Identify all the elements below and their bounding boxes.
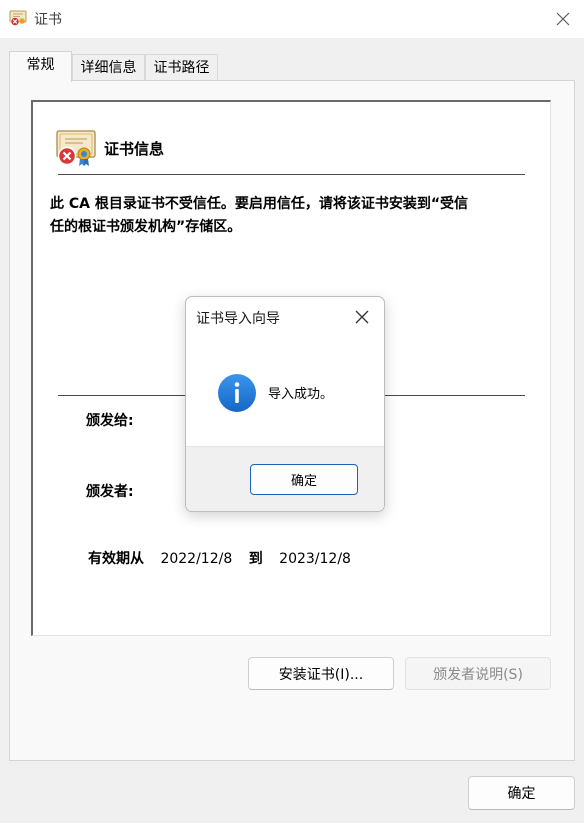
- dialog-message: 导入成功。: [268, 387, 334, 402]
- valid-to-date: 2023/12/8: [279, 551, 351, 567]
- trust-warning-text: 此 CA 根目录证书不受信任。要启用信任，请将该证书安装到“受信 任的根证书颁发…: [50, 196, 469, 235]
- ok-button[interactable]: 确定: [468, 776, 575, 810]
- tab-details[interactable]: 详细信息: [72, 54, 145, 80]
- validity-row: 有效期从 2022/12/8 到 2023/12/8: [88, 548, 363, 568]
- valid-from-date: 2022/12/8: [160, 551, 233, 567]
- import-success-dialog: 证书导入向导 导入成功。 确定: [185, 296, 385, 512]
- close-icon: [556, 12, 570, 26]
- section-title: 证书信息: [104, 140, 165, 158]
- close-icon: [355, 310, 369, 324]
- validity-to-label: 到: [248, 551, 263, 567]
- validity-label: 有效期从: [88, 551, 144, 567]
- issued-by-label: 颁发者:: [86, 484, 134, 500]
- issuer-statement-button: 颁发者说明(S): [405, 657, 551, 690]
- divider-top: [58, 174, 525, 175]
- window-title: 证书: [34, 12, 62, 28]
- certificate-error-icon: [9, 10, 27, 27]
- dialog-ok-button[interactable]: 确定: [250, 464, 358, 495]
- tab-general[interactable]: 常规: [9, 51, 72, 82]
- window-close-button[interactable]: [548, 5, 578, 33]
- issued-to-label: 颁发给:: [86, 413, 134, 429]
- title-bar: 证书: [0, 0, 584, 38]
- dialog-close-button[interactable]: [352, 307, 372, 327]
- tab-certification-path[interactable]: 证书路径: [145, 54, 218, 80]
- dialog-title: 证书导入向导: [196, 311, 280, 327]
- certificate-untrusted-icon: [56, 130, 96, 166]
- install-certificate-button[interactable]: 安装证书(I)...: [248, 657, 394, 690]
- certificate-window: 证书 常规 详细信息 证书路径 证书信息 此 CA 根目录证书不受信任。要启用信…: [0, 0, 584, 823]
- info-icon: [218, 374, 256, 412]
- dialog-footer: 确定: [186, 446, 384, 511]
